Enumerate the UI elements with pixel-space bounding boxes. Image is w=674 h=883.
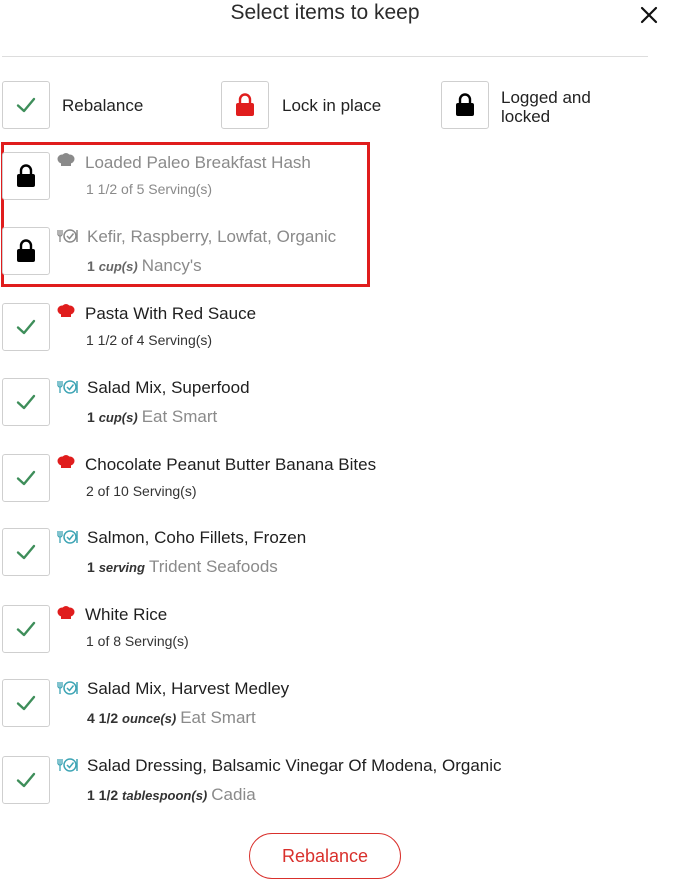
item-name: Salad Mix, Harvest Medley (87, 679, 290, 698)
item-servings: 1 of 8 Serving(s) (86, 633, 189, 649)
close-icon[interactable] (638, 4, 660, 26)
legend-rebalance-label: Rebalance (62, 96, 144, 115)
food-icon (57, 380, 78, 394)
check-icon (16, 772, 36, 788)
check-icon (16, 470, 36, 486)
item-toggle[interactable] (2, 605, 50, 653)
check-icon (16, 97, 36, 113)
lock-red-icon (236, 93, 254, 116)
item-toggle[interactable] (2, 528, 50, 576)
lock-black-icon (456, 93, 474, 116)
check-icon (16, 319, 36, 335)
item-servings: 1 1/2 of 4 Serving(s) (86, 332, 213, 348)
item-name: Salad Mix, Superfood (87, 378, 250, 397)
header-divider (2, 56, 648, 57)
item-toggle[interactable] (2, 152, 50, 200)
legend-rebalance-box (2, 81, 50, 129)
food-icon (57, 229, 78, 243)
item-name: Salad Dressing, Balsamic Vinegar Of Mode… (87, 756, 502, 775)
check-icon (16, 695, 36, 711)
item-amount: 1 1/2 tablespoon(s) Cadia (87, 785, 256, 804)
item-amount: 4 1/2 ounce(s) Eat Smart (87, 708, 256, 727)
recipe-icon (57, 606, 75, 619)
item-toggle[interactable] (2, 756, 50, 804)
item-amount: 1 cup(s) Eat Smart (87, 407, 218, 426)
modal-title: Select items to keep (230, 1, 420, 24)
item-toggle[interactable] (2, 454, 50, 502)
item-name: White Rice (85, 605, 168, 624)
item-name: Kefir, Raspberry, Lowfat, Organic (87, 227, 337, 246)
item-toggle[interactable] (2, 303, 50, 351)
item-toggle[interactable] (2, 378, 50, 426)
food-icon (57, 530, 78, 544)
item-name: Chocolate Peanut Butter Banana Bites (85, 455, 377, 474)
item-amount: 1 cup(s) Nancy's (87, 256, 202, 275)
lock-black-icon (17, 164, 35, 187)
recipe-icon (57, 304, 75, 317)
item-name: Loaded Paleo Breakfast Hash (85, 153, 311, 172)
check-icon (16, 394, 36, 410)
legend-logged-box (441, 81, 489, 129)
item-servings: 2 of 10 Serving(s) (86, 483, 197, 499)
recipe-icon (57, 455, 75, 468)
legend-lock-label: Lock in place (282, 96, 382, 115)
item-name: Pasta With Red Sauce (85, 304, 257, 323)
lock-black-icon (17, 239, 35, 262)
legend-logged-label: Logged and locked (501, 88, 591, 126)
check-icon (16, 621, 36, 637)
recipe-icon (57, 153, 75, 166)
item-amount: 1 serving Trident Seafoods (87, 557, 278, 576)
food-icon (57, 681, 78, 695)
food-icon (57, 758, 78, 772)
legend-lock-box (221, 81, 269, 129)
item-name: Salmon, Coho Fillets, Frozen (87, 528, 307, 547)
item-servings: 1 1/2 of 5 Serving(s) (86, 181, 213, 197)
item-toggle[interactable] (2, 227, 50, 275)
rebalance-button[interactable]: Rebalance (249, 833, 401, 879)
check-icon (16, 544, 36, 560)
item-toggle[interactable] (2, 679, 50, 727)
